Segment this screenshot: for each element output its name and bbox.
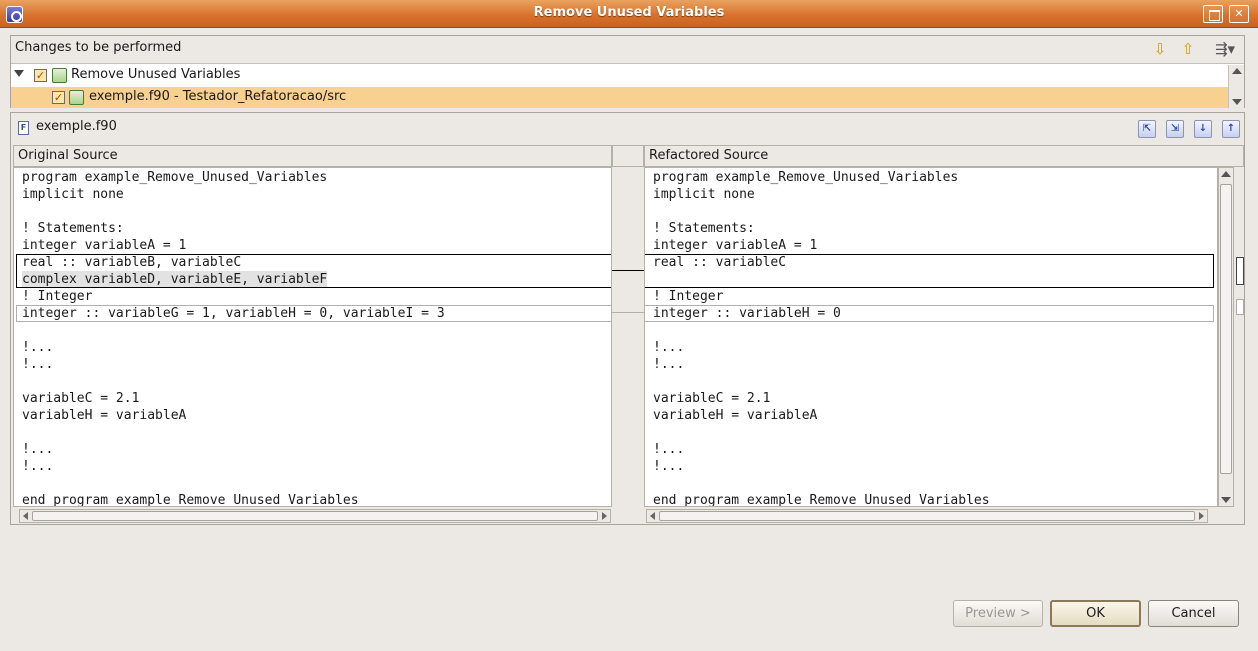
scroll-down-arrow-icon[interactable] — [1221, 497, 1231, 503]
diff-region-outline — [645, 254, 1214, 288]
file-change-icon — [69, 90, 84, 105]
refactored-source-header: Refactored Source — [644, 145, 1244, 167]
compare-vertical-scrollbar[interactable] — [1218, 167, 1234, 507]
code-line: end program example_Remove_Unused_Variab… — [22, 493, 359, 507]
overview-change-marker[interactable] — [1236, 257, 1244, 285]
maximize-button[interactable] — [1203, 5, 1223, 23]
scroll-left-arrow-icon[interactable] — [23, 512, 28, 520]
center-gutter-header — [612, 145, 644, 167]
original-source-header: Original Source — [13, 145, 612, 167]
code-line: variableH = variableA — [22, 408, 187, 423]
tree-item-file-change[interactable]: ✓ exemple.f90 - Testador_Refatoracao/src — [11, 87, 1228, 108]
preview-button[interactable]: Preview > — [953, 600, 1043, 627]
scroll-up-arrow-icon[interactable] — [1232, 68, 1242, 74]
code-line: !... — [653, 340, 685, 355]
cancel-button[interactable]: Cancel — [1148, 600, 1239, 627]
tree-item-refactoring[interactable]: ✓ Remove Unused Variables — [11, 65, 1228, 86]
code-line: ! Statements: — [22, 221, 124, 236]
code-line: variableH = variableA — [653, 408, 818, 423]
scroll-down-arrow-icon[interactable] — [1232, 99, 1242, 105]
changes-scrollbar[interactable] — [1228, 65, 1244, 108]
diff-region-outline — [645, 305, 1214, 322]
code-line: integer variableA = 1 — [22, 238, 187, 253]
changes-title: Changes to be performed — [15, 40, 182, 55]
diff-overview-ruler[interactable] — [1235, 167, 1245, 507]
code-line: integer variableA = 1 — [653, 238, 818, 253]
next-change-icon[interactable]: ⇩ — [1151, 40, 1169, 58]
code-line: !... — [22, 459, 54, 474]
overview-change-marker[interactable] — [1236, 299, 1244, 315]
diff-region-outline — [16, 254, 611, 288]
code-line: !... — [22, 442, 54, 457]
code-line: program example_Remove_Unused_Variables — [22, 170, 328, 185]
scroll-right-arrow-icon[interactable] — [602, 512, 607, 520]
code-line: ! Integer — [22, 289, 93, 304]
close-button[interactable]: ✕ — [1229, 5, 1249, 23]
diff-connector-line — [612, 270, 644, 271]
original-horizontal-scrollbar[interactable] — [19, 509, 611, 523]
compare-panel: F exemple.f90 ⇱ ⇲ ↓ ↑ Original Source Re… — [10, 112, 1245, 525]
fortran-file-icon: F — [18, 121, 29, 135]
title-bar: Remove Unused Variables ✕ — [0, 0, 1258, 28]
tree-item-checkbox[interactable]: ✓ — [34, 69, 47, 82]
scroll-right-arrow-icon[interactable] — [1199, 512, 1204, 520]
tree-item-checkbox[interactable]: ✓ — [52, 91, 65, 104]
code-line: ! Statements: — [653, 221, 755, 236]
compare-file-name: exemple.f90 — [36, 119, 117, 134]
copy-current-change-icon[interactable]: ⇲ — [1166, 120, 1184, 138]
copy-all-left-to-right-icon[interactable]: ⇱ — [1138, 120, 1156, 138]
code-line: variableC = 2.1 — [22, 391, 140, 406]
tree-item-label: exemple.f90 - Testador_Refatoracao/src — [89, 89, 347, 104]
code-line: !... — [22, 357, 54, 372]
code-line: implicit none — [22, 187, 124, 202]
diff-region-outline — [16, 305, 611, 322]
diff-connector-line — [612, 312, 644, 313]
code-line: !... — [653, 459, 685, 474]
code-line: ! Integer — [653, 289, 724, 304]
code-line: variableC = 2.1 — [653, 391, 771, 406]
previous-difference-icon[interactable]: ↑ — [1222, 120, 1240, 138]
code-line: !... — [653, 442, 685, 457]
previous-change-icon[interactable]: ⇧ — [1179, 40, 1197, 58]
code-line: !... — [653, 357, 685, 372]
scrollbar-thumb[interactable] — [659, 511, 1195, 521]
scrollbar-thumb[interactable] — [1220, 184, 1232, 474]
refactored-source-pane[interactable]: program example_Remove_Unused_Variables … — [644, 167, 1218, 507]
changes-header: Changes to be performed ⇩ ⇧ ⇶▾ — [11, 36, 1244, 64]
next-difference-icon[interactable]: ↓ — [1194, 120, 1212, 138]
code-line: implicit none — [653, 187, 755, 202]
scrollbar-thumb[interactable] — [32, 511, 598, 521]
refactored-horizontal-scrollbar[interactable] — [646, 509, 1208, 523]
expand-collapse-icon[interactable] — [14, 70, 24, 77]
changes-tree: ✓ Remove Unused Variables ✓ exemple.f90 … — [11, 65, 1228, 108]
changes-panel: Changes to be performed ⇩ ⇧ ⇶▾ ✓ Remove … — [10, 35, 1245, 108]
filter-changes-icon[interactable]: ⇶▾ — [1211, 40, 1239, 58]
code-line: end program example_Remove_Unused_Variab… — [653, 493, 990, 507]
scroll-left-arrow-icon[interactable] — [650, 512, 655, 520]
scroll-up-arrow-icon[interactable] — [1221, 171, 1231, 177]
tree-item-label: Remove Unused Variables — [71, 67, 241, 82]
refactoring-icon — [52, 68, 67, 83]
original-source-pane[interactable]: program example_Remove_Unused_Variables … — [13, 167, 612, 507]
code-line: program example_Remove_Unused_Variables — [653, 170, 959, 185]
code-line: !... — [22, 340, 54, 355]
window-title: Remove Unused Variables — [533, 5, 725, 20]
ok-button[interactable]: OK — [1050, 600, 1141, 627]
